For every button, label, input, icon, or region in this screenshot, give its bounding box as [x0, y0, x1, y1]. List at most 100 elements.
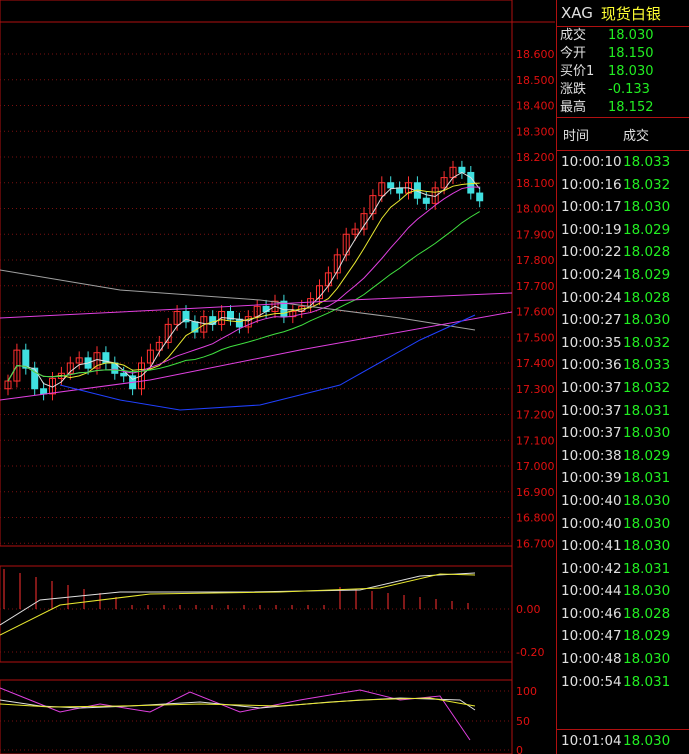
last-tick-price: 18.030	[623, 733, 671, 749]
tick-price: 18.031	[623, 560, 671, 577]
tick-row: 10:00:38 18.029	[557, 445, 689, 468]
ticks-header-price: 成交	[623, 129, 650, 144]
price-chart-svg[interactable]: 18.600 18.500 18.400 18.300 18.200 18.100 18.0…	[0, 0, 555, 754]
macd-tick-label: 0.00	[516, 603, 541, 616]
tick-price: 18.030	[623, 515, 671, 532]
tick-row: 10:00:24 18.028	[557, 287, 689, 310]
candle-body	[120, 372, 128, 377]
price-tick-label: 17.200	[516, 409, 555, 422]
price-tick-label: 17.900	[516, 228, 555, 241]
quote-value: 18.150	[608, 46, 654, 61]
tick-price: 18.031	[623, 673, 671, 690]
tick-price: 18.029	[623, 266, 671, 283]
tick-price: 18.030	[623, 425, 671, 442]
price-tick-label: 17.100	[516, 434, 555, 447]
tick-row: 10:00:46 18.028	[557, 603, 689, 626]
price-tick-label: 17.700	[516, 280, 555, 293]
tick-time: 10:00:37	[561, 425, 622, 442]
tick-price: 18.029	[623, 447, 671, 464]
tick-row: 10:00:54 18.031	[557, 671, 689, 694]
tick-row: 10:00:16 18.032	[557, 174, 689, 197]
trend-line-magenta	[0, 292, 513, 319]
tick-row: 10:00:27 18.030	[557, 309, 689, 332]
last-tick-time: 10:01:04	[561, 733, 622, 749]
price-tick-label: 17.300	[516, 383, 555, 396]
price-tick-label: 18.300	[516, 125, 555, 138]
symbol-name: 现货白银	[600, 4, 661, 23]
tick-price: 18.030	[623, 583, 671, 600]
tick-row: 10:00:40 18.030	[557, 490, 689, 513]
symbol-code: XAG	[561, 4, 593, 22]
price-tick-label: 18.000	[516, 203, 555, 216]
tick-time: 10:00:54	[561, 673, 622, 690]
candle-body	[458, 166, 466, 173]
tick-time: 10:00:37	[561, 402, 622, 419]
tick-row: 10:00:22 18.028	[557, 241, 689, 264]
ticks-header-time: 时间	[563, 129, 590, 144]
tick-row: 10:00:37 18.031	[557, 400, 689, 423]
price-tick-label: 17.600	[516, 306, 555, 319]
ticks-header: 时间 成交	[557, 124, 689, 151]
tick-time: 10:00:27	[561, 312, 622, 329]
trend-line-magenta-2	[0, 311, 513, 401]
tick-time: 10:00:16	[561, 176, 622, 193]
candlestick-chart-area[interactable]: 18.600 18.500 18.400 18.300 18.200 18.100 18.0…	[0, 0, 555, 754]
tick-time: 10:00:10	[561, 154, 622, 170]
tick-row: 10:00:24 18.029	[557, 264, 689, 287]
tick-time: 10:00:38	[561, 447, 622, 464]
tick-row: 10:00:10 18.033	[557, 151, 689, 174]
last-tick-row: 10:01:04 18.030	[557, 729, 689, 754]
quote-value: 18.152	[608, 100, 654, 115]
tick-time: 10:00:39	[561, 470, 622, 487]
macd-pane-border	[0, 565, 513, 663]
candle-body	[235, 318, 243, 328]
price-tick-label: 18.100	[516, 177, 555, 190]
tick-time: 10:00:17	[561, 199, 622, 216]
ma-line-yellow	[7, 182, 480, 382]
tick-time: 10:00:19	[561, 221, 622, 238]
tick-time: 10:00:44	[561, 583, 622, 600]
tick-time: 10:00:40	[561, 492, 622, 509]
tick-price: 18.030	[623, 312, 671, 329]
quote-value: 18.030	[608, 28, 654, 43]
tick-price: 18.031	[623, 470, 671, 487]
quote-row: 涨跌 -0.133	[557, 81, 689, 99]
price-tick-label: 18.400	[516, 100, 555, 113]
tick-price: 18.032	[623, 334, 671, 351]
candle-body	[396, 187, 404, 194]
price-tick-label: 18.200	[516, 151, 555, 164]
tick-row: 10:00:42 18.031	[557, 558, 689, 581]
quote-label: 买价1	[560, 64, 595, 79]
tick-time: 10:00:36	[561, 357, 622, 374]
tick-time: 10:00:24	[561, 289, 622, 306]
tick-price: 18.032	[623, 379, 671, 396]
tick-time: 10:00:22	[561, 244, 622, 261]
tick-price: 18.028	[623, 289, 671, 306]
quote-label: 涨跌	[560, 82, 587, 97]
price-tick-label: 16.800	[516, 512, 555, 525]
tick-price: 18.029	[623, 221, 671, 238]
quote-value: -0.133	[608, 82, 650, 97]
quote-row: 成交 18.030	[557, 27, 689, 45]
tick-row: 10:00:19 18.029	[557, 219, 689, 242]
kdj-j-line	[0, 687, 471, 741]
tick-time: 10:00:42	[561, 560, 622, 577]
price-tick-label: 17.800	[516, 254, 555, 267]
tick-price: 18.030	[623, 538, 671, 555]
candle-body	[22, 349, 30, 369]
tick-time: 10:00:24	[561, 266, 622, 283]
kdj-tick-label: 50	[516, 715, 530, 728]
tick-price: 18.028	[623, 244, 671, 261]
candle-body	[467, 171, 475, 194]
tick-time: 10:00:41	[561, 538, 622, 555]
tick-price: 18.033	[623, 154, 671, 170]
tick-price: 18.030	[623, 492, 671, 509]
tick-row: 10:00:40 18.030	[557, 513, 689, 536]
tick-row: 10:00:17 18.030	[557, 196, 689, 219]
kdj-tick-label: 0	[516, 744, 523, 754]
quote-summary: 成交 18.030 今开 18.150 买价1 18.030 涨跌 -0.133 最高 18.15…	[557, 27, 689, 117]
tick-row: 10:00:39 18.031	[557, 467, 689, 490]
tick-list[interactable]: 10:00:10 18.033 10:00:16 18.032 10:00:17 18.0…	[557, 151, 689, 693]
quote-row: 最高 18.152	[557, 99, 689, 117]
quote-header: XAG 现货白银	[557, 0, 689, 27]
